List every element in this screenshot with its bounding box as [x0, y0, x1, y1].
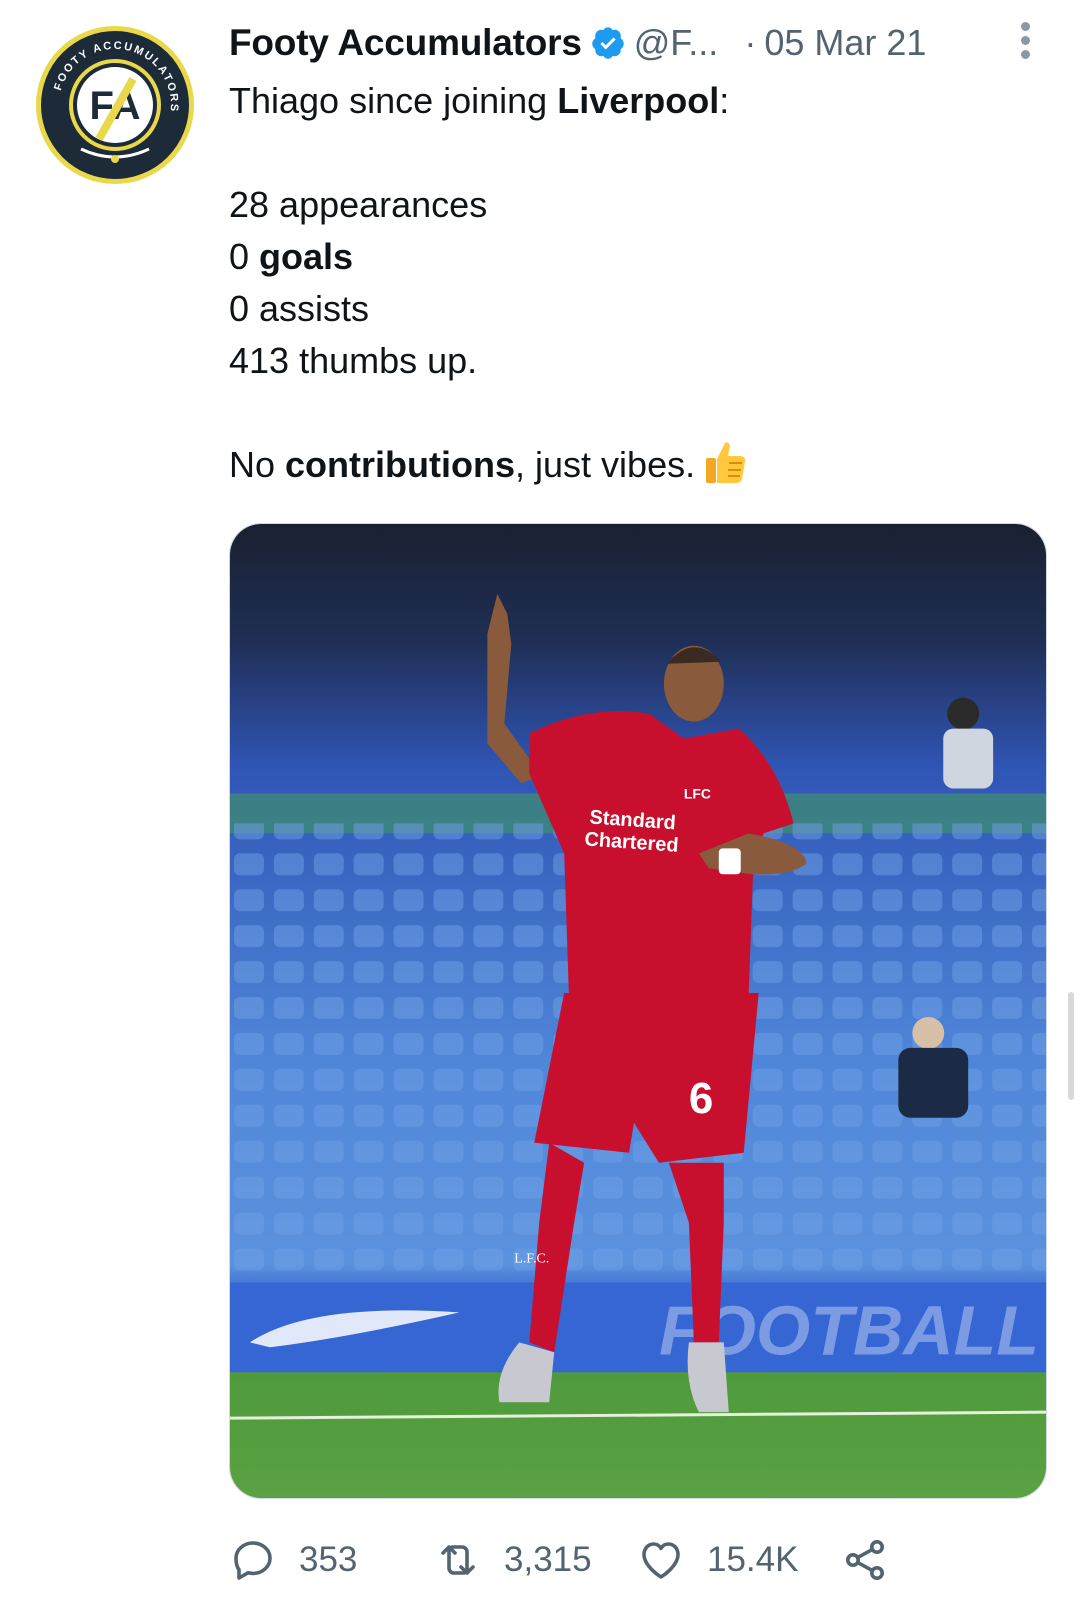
- verified-badge-icon: [592, 27, 624, 59]
- shirt-crest-text: LFC: [684, 785, 711, 801]
- more-options-icon[interactable]: [1015, 22, 1035, 64]
- reply-count: 353: [299, 1540, 358, 1579]
- reply-icon: [234, 1541, 272, 1580]
- retweet-button[interactable]: 3,315: [434, 1530, 592, 1590]
- share-icon: [846, 1540, 884, 1580]
- reply-button[interactable]: 353: [229, 1530, 357, 1590]
- intro-line: Thiago since joining Liverpool:: [229, 80, 730, 121]
- stat-assists: 0 assists: [229, 288, 370, 329]
- stat-appearances: 28 appearances: [229, 184, 488, 225]
- shirt-number: 6: [689, 1074, 713, 1123]
- stat-thumbs-up: 413 thumbs up.: [229, 340, 478, 381]
- share-button[interactable]: [841, 1530, 889, 1590]
- avatar[interactable]: FOOTY ACCUMULATORS FA: [36, 26, 194, 184]
- separator-dot: ·: [744, 22, 757, 63]
- retweet-icon: [441, 1545, 475, 1575]
- like-count: 15.4K: [707, 1540, 799, 1579]
- tweet-media-photo[interactable]: FOOTBALL Standard Chartered LFC 6 L.F.C.: [229, 523, 1047, 1499]
- tweet-action-bar: 353 3,315 15.4K: [229, 1530, 1029, 1590]
- tweet-header: Footy Accumulators @F... · 05 Mar 21: [229, 18, 1029, 68]
- tweet-body: Thiago since joining Liverpool: 28 appea…: [229, 75, 1029, 491]
- scrollbar[interactable]: [1068, 992, 1074, 1100]
- retweet-count: 3,315: [504, 1540, 592, 1579]
- author-handle[interactable]: @F...: [634, 22, 719, 64]
- like-button[interactable]: 15.4K: [637, 1530, 798, 1590]
- stat-goals: 0 goals: [229, 236, 354, 277]
- footy-accumulators-logo-icon: FOOTY ACCUMULATORS FA: [43, 33, 187, 177]
- closing-line: No contributions, just vibes.: [229, 439, 1029, 491]
- thumbs-up-emoji-icon: [706, 442, 746, 483]
- sock-text: L.F.C.: [514, 1251, 549, 1266]
- author-name[interactable]: Footy Accumulators: [229, 22, 582, 64]
- tweet-date[interactable]: 05 Mar 21: [764, 22, 926, 64]
- football-player-photo-icon: FOOTBALL Standard Chartered LFC 6 L.F.C.: [230, 524, 1046, 1498]
- heart-icon: [642, 1542, 680, 1579]
